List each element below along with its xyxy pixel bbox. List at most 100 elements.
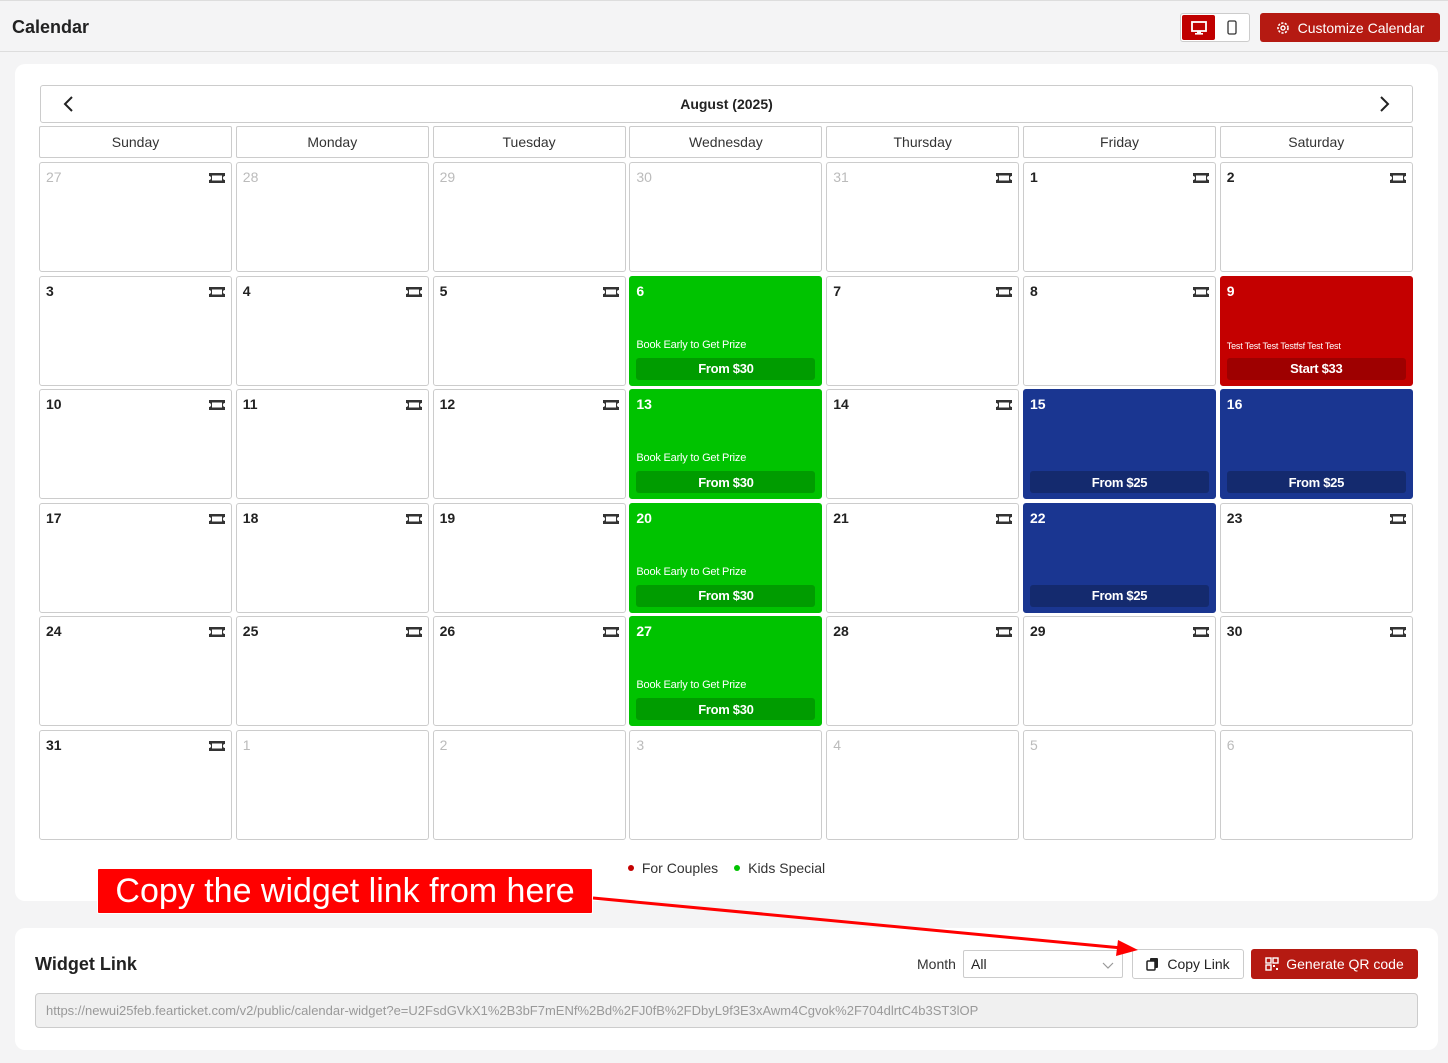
- calendar-day[interactable]: 28: [826, 616, 1020, 727]
- calendar-day[interactable]: 31: [826, 162, 1020, 272]
- legend-dot: [734, 865, 741, 871]
- calendar-day[interactable]: 14: [826, 389, 1020, 500]
- phone-icon: [1226, 20, 1237, 35]
- event-price-button[interactable]: From $30: [636, 584, 816, 607]
- event-price-button[interactable]: From $30: [636, 698, 816, 721]
- ticket-icon[interactable]: [208, 171, 226, 183]
- ticket-icon[interactable]: [405, 625, 423, 638]
- ticket-icon[interactable]: [995, 512, 1013, 524]
- day-number: 15: [1030, 396, 1046, 413]
- calendar-day[interactable]: 11: [235, 389, 429, 500]
- day-number: 5: [1030, 737, 1038, 753]
- ticket-icon[interactable]: [1192, 625, 1210, 638]
- day-number: 3: [636, 737, 645, 753]
- event-price-button[interactable]: From $30: [636, 471, 816, 494]
- legend-label: Kids Special: [748, 860, 826, 876]
- calendar-day-event[interactable]: 27 Book Early to Get Prize From $30: [629, 616, 823, 727]
- event-price-button[interactable]: From $25: [1226, 471, 1406, 494]
- generate-qr-button[interactable]: Generate QR code: [1251, 949, 1418, 979]
- ticket-icon[interactable]: [208, 398, 226, 411]
- month-filter-value: All: [971, 956, 987, 972]
- event-price-button[interactable]: Start $33: [1226, 357, 1406, 380]
- calendar-day[interactable]: 27: [39, 162, 232, 272]
- calendar-day[interactable]: 26: [432, 616, 626, 727]
- ticket-icon[interactable]: [208, 739, 226, 751]
- calendar-day[interactable]: 8: [1023, 275, 1216, 386]
- calendar-day[interactable]: 19: [432, 502, 626, 613]
- calendar-day[interactable]: 30: [1219, 616, 1413, 727]
- ticket-icon[interactable]: [995, 398, 1013, 411]
- calendar-day[interactable]: 6: [1219, 730, 1413, 840]
- calendar-day[interactable]: 3: [39, 275, 232, 386]
- widget-link-card: Widget Link Month All Copy Link Generate…: [15, 928, 1438, 1050]
- ticket-icon[interactable]: [995, 171, 1013, 183]
- calendar-day[interactable]: 7: [826, 275, 1020, 386]
- calendar-day[interactable]: 3: [629, 730, 823, 840]
- ticket-icon[interactable]: [995, 625, 1013, 638]
- calendar-day[interactable]: 28: [235, 162, 429, 272]
- ticket-icon[interactable]: [1389, 512, 1407, 524]
- calendar-day-event[interactable]: 9 Test Test Test Testfsf Test Test Start $…: [1219, 275, 1413, 386]
- calendar-day[interactable]: 29: [432, 162, 626, 272]
- calendar-day[interactable]: 5: [1023, 730, 1216, 840]
- day-number: 1: [242, 737, 251, 753]
- desktop-view-button[interactable]: [1182, 15, 1215, 40]
- ticket-icon[interactable]: [602, 512, 620, 524]
- ticket-icon[interactable]: [1192, 285, 1210, 297]
- calendar-day[interactable]: 29: [1023, 616, 1216, 727]
- widget-url-field[interactable]: https://newui25feb.fearticket.com/v2/pub…: [35, 993, 1418, 1028]
- mobile-view-button[interactable]: [1215, 15, 1248, 40]
- ticket-icon[interactable]: [995, 285, 1013, 297]
- ticket-icon[interactable]: [602, 285, 620, 297]
- calendar-day-event[interactable]: 16 From $25: [1219, 389, 1413, 500]
- calendar-day[interactable]: 4: [235, 275, 429, 386]
- calendar-day-event[interactable]: 22 From $25: [1023, 502, 1216, 613]
- calendar-day[interactable]: 23: [1219, 502, 1413, 613]
- ticket-icon[interactable]: [208, 625, 226, 638]
- chevron-right-icon[interactable]: [1374, 94, 1394, 114]
- legend-dot: [627, 865, 634, 871]
- weekday-header-sunday: Sunday: [39, 126, 232, 158]
- event-price-button[interactable]: From $25: [1030, 584, 1209, 607]
- ticket-icon[interactable]: [1389, 171, 1407, 183]
- calendar-day-event[interactable]: 15 From $25: [1023, 389, 1216, 500]
- calendar-day[interactable]: 17: [39, 502, 232, 613]
- calendar-day[interactable]: 31: [39, 730, 232, 840]
- calendar-day-event[interactable]: 6 Book Early to Get Prize From $30: [629, 275, 823, 386]
- day-number: 2: [439, 737, 448, 753]
- calendar-day[interactable]: 18: [235, 502, 429, 613]
- weekday-header-tuesday: Tuesday: [432, 126, 626, 158]
- calendar-day[interactable]: 10: [39, 389, 232, 500]
- day-number: 1: [1030, 169, 1038, 185]
- calendar-day[interactable]: 12: [432, 389, 626, 500]
- calendar-day[interactable]: 25: [235, 616, 429, 727]
- calendar-day[interactable]: 30: [629, 162, 823, 272]
- customize-calendar-button[interactable]: Customize Calendar: [1260, 13, 1440, 42]
- calendar-day[interactable]: 2: [432, 730, 626, 840]
- calendar-day-event[interactable]: 20 Book Early to Get Prize From $30: [629, 502, 823, 613]
- ticket-icon[interactable]: [405, 285, 423, 297]
- annotation-callout: Copy the widget link from here: [97, 868, 593, 914]
- calendar-day[interactable]: 1: [1023, 162, 1216, 272]
- calendar-day-event[interactable]: 13 Book Early to Get Prize From $30: [629, 389, 823, 500]
- ticket-icon[interactable]: [602, 625, 620, 638]
- calendar-day[interactable]: 1: [235, 730, 429, 840]
- calendar-day[interactable]: 4: [826, 730, 1020, 840]
- ticket-icon[interactable]: [405, 398, 423, 411]
- copy-link-button[interactable]: Copy Link: [1132, 949, 1244, 979]
- widget-link-title: Widget Link: [35, 954, 137, 974]
- calendar-day[interactable]: 5: [432, 275, 626, 386]
- calendar-day[interactable]: 21: [826, 502, 1020, 613]
- ticket-icon[interactable]: [602, 398, 620, 411]
- calendar-day[interactable]: 24: [39, 616, 232, 727]
- copy-link-label: Copy Link: [1167, 956, 1230, 972]
- event-price-button[interactable]: From $30: [636, 357, 816, 380]
- ticket-icon[interactable]: [208, 512, 226, 524]
- ticket-icon[interactable]: [405, 512, 423, 524]
- event-price-button[interactable]: From $25: [1030, 471, 1209, 494]
- ticket-icon[interactable]: [1389, 625, 1407, 638]
- month-filter-select[interactable]: All: [963, 950, 1123, 978]
- ticket-icon[interactable]: [1192, 171, 1210, 183]
- ticket-icon[interactable]: [208, 285, 226, 297]
- calendar-day[interactable]: 2: [1219, 162, 1413, 272]
